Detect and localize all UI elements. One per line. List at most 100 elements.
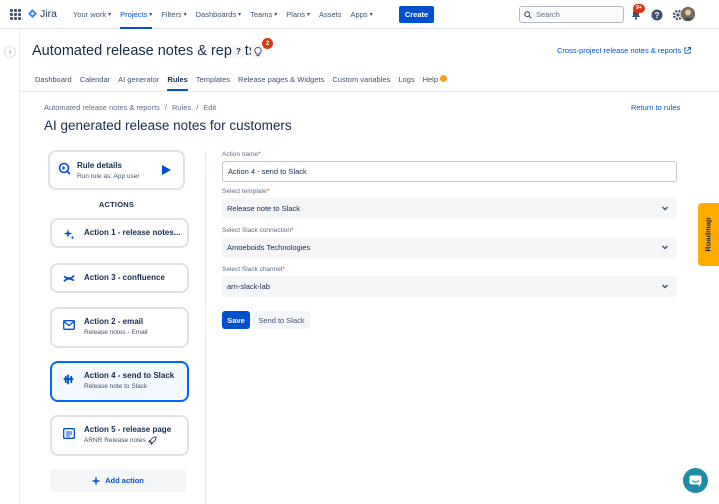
search-box[interactable] xyxy=(519,6,624,23)
chevron-down-icon xyxy=(662,245,668,250)
nav-item-assets[interactable]: Assets xyxy=(319,0,342,29)
chevron-down-icon: ▾ xyxy=(149,12,153,18)
actions-heading: ACTIONS xyxy=(98,200,135,209)
nav-item-teams[interactable]: Teams ▾ xyxy=(250,0,277,29)
app-tabs: Dashboard Calendar AI generator Rules Templa… xyxy=(35,72,455,91)
nav-item-dashboards[interactable]: Dashboards ▾ xyxy=(196,0,241,29)
app-help-button[interactable]: ? xyxy=(232,45,245,58)
email-icon xyxy=(63,320,75,332)
tab-rules[interactable]: Rules xyxy=(167,72,189,91)
play-icon[interactable] xyxy=(160,164,172,176)
nav-item-label: Your work xyxy=(73,10,107,19)
slack-channel-label: Select Slack channel* xyxy=(222,266,285,273)
tab-help[interactable]: Help xyxy=(422,72,448,91)
lightbulb-icon[interactable] xyxy=(251,45,264,58)
tab-label: Dashboard xyxy=(35,75,72,84)
save-button[interactable]: Save xyxy=(222,311,250,329)
chevron-down-icon xyxy=(662,206,668,211)
logo-text: Jira xyxy=(40,8,57,20)
nav-item-apps[interactable]: Apps ▾ xyxy=(351,0,373,29)
tab-label: Custom variables xyxy=(332,75,391,84)
chevron-down-icon: ▾ xyxy=(369,12,373,18)
action-name-input[interactable] xyxy=(222,161,677,182)
tabs-divider xyxy=(20,91,719,92)
nav-item-label: Plans xyxy=(286,10,305,19)
rule-details-subtitle: Run rule as: App user xyxy=(77,173,140,180)
tab-custom-variables[interactable]: Custom variables xyxy=(332,72,390,91)
add-action-button[interactable]: Add action xyxy=(50,469,186,492)
action-title: Action 1 - release notes... xyxy=(84,228,181,237)
create-button[interactable]: Create xyxy=(399,6,434,23)
chat-icon[interactable] xyxy=(683,468,708,493)
action-card[interactable]: Action 5 - release page ARNR Release note… xyxy=(50,415,189,456)
breadcrumb-item: Edit xyxy=(203,103,217,112)
action-card[interactable]: Action 2 - email Release notes - Email xyxy=(50,307,189,348)
column-divider xyxy=(205,150,206,504)
action-card[interactable]: Action 4 - send to Slack Release note to … xyxy=(50,361,189,402)
tab-ai-generator[interactable]: AI generator xyxy=(118,72,159,91)
slack-icon xyxy=(63,374,74,387)
action-subtitle: Release note to Slack xyxy=(84,383,148,390)
send-to-slack-button[interactable]: Send to Slack xyxy=(253,311,310,329)
tab-label: Templates xyxy=(195,75,231,84)
primary-nav: Your work ▾ Projects ▾ Filters ▾ Dashboards ▾ Te… xyxy=(73,0,382,29)
tab-dashboard[interactable]: Dashboard xyxy=(35,72,72,91)
help-icon[interactable]: ? xyxy=(650,8,663,21)
nav-item-label: Assets xyxy=(319,10,342,19)
search-input[interactable] xyxy=(536,10,620,19)
rocket-icon xyxy=(147,436,157,447)
search-icon xyxy=(524,10,532,19)
action-title: Action 5 - release page xyxy=(84,425,172,434)
breadcrumb-item[interactable]: Automated release notes & reports xyxy=(44,103,160,112)
user-avatar[interactable] xyxy=(681,7,695,21)
slack-connection-select[interactable]: Amoeboids Technologies xyxy=(222,237,677,258)
tab-templates[interactable]: Templates xyxy=(196,72,230,91)
breadcrumb-item[interactable]: Rules xyxy=(172,103,191,112)
action-subtitle: Release notes - Email xyxy=(84,329,148,336)
avatar-image xyxy=(681,7,695,21)
breadcrumb-separator: / xyxy=(196,103,199,112)
nav-item-plans[interactable]: Plans ▾ xyxy=(286,0,310,29)
tab-calendar[interactable]: Calendar xyxy=(80,72,110,91)
nav-item-your-work[interactable]: Your work ▾ xyxy=(73,0,111,29)
cross-project-link-label: Cross-project release notes & reports xyxy=(557,46,682,55)
app-title: Automated release notes & reports xyxy=(32,43,257,59)
tab-label: Logs xyxy=(398,75,415,84)
nav-item-filters[interactable]: Filters ▾ xyxy=(161,0,186,29)
template-select-value: Release note to Slack xyxy=(227,204,300,213)
confluence-icon xyxy=(63,273,75,287)
return-to-rules-link[interactable]: Return to rules xyxy=(631,103,680,112)
rule-details-card[interactable]: Rule details Run rule as: App user xyxy=(48,150,185,190)
action-card[interactable]: Action 1 - release notes... xyxy=(50,218,189,248)
action-title: Action 2 - email xyxy=(84,317,144,326)
chevron-down-icon: ▾ xyxy=(183,12,187,18)
chevron-down-icon: ▾ xyxy=(108,12,112,18)
app-switcher-icon[interactable] xyxy=(10,9,21,20)
tab-logs[interactable]: Logs xyxy=(398,72,414,91)
chevron-down-icon: ▾ xyxy=(238,12,242,18)
tab-release-pages-widgets[interactable]: Release pages & Widgets xyxy=(238,72,324,91)
jira-logo-icon xyxy=(28,8,37,18)
jira-logo[interactable]: Jira xyxy=(28,8,57,20)
slack-channel-select[interactable]: arn-slack-lab xyxy=(222,276,677,297)
top-navigation: Jira Your work ▾ Projects ▾ Filters ▾ Dashboar… xyxy=(0,0,719,29)
chevron-down-icon: ▾ xyxy=(306,12,310,18)
slack-connection-label: Select Slack connection* xyxy=(222,227,294,234)
chevron-down-icon: ▾ xyxy=(274,12,278,18)
nav-item-projects[interactable]: Projects ▾ xyxy=(120,0,153,29)
nav-item-label: Projects xyxy=(120,10,148,19)
notifications-badge: 9+ xyxy=(633,4,646,13)
action-card[interactable]: Action 3 - confluence xyxy=(50,263,189,293)
cross-project-link[interactable]: Cross-project release notes & reports xyxy=(557,46,692,55)
help-status-dot-icon xyxy=(440,75,448,82)
expand-sidebar-chevron-icon[interactable]: › xyxy=(4,46,16,58)
roadmap-tab[interactable]: Roadmap xyxy=(698,203,719,266)
nav-item-label: Apps xyxy=(350,10,368,19)
action-title: Action 4 - send to Slack xyxy=(84,371,175,380)
nav-item-label: Dashboards xyxy=(195,10,237,19)
breadcrumb-separator: / xyxy=(164,103,167,112)
action-name-label: Action name* xyxy=(222,151,261,158)
template-select[interactable]: Release note to Slack xyxy=(222,198,677,219)
tab-label: Help xyxy=(422,75,439,84)
sidebar-rail xyxy=(0,29,20,504)
